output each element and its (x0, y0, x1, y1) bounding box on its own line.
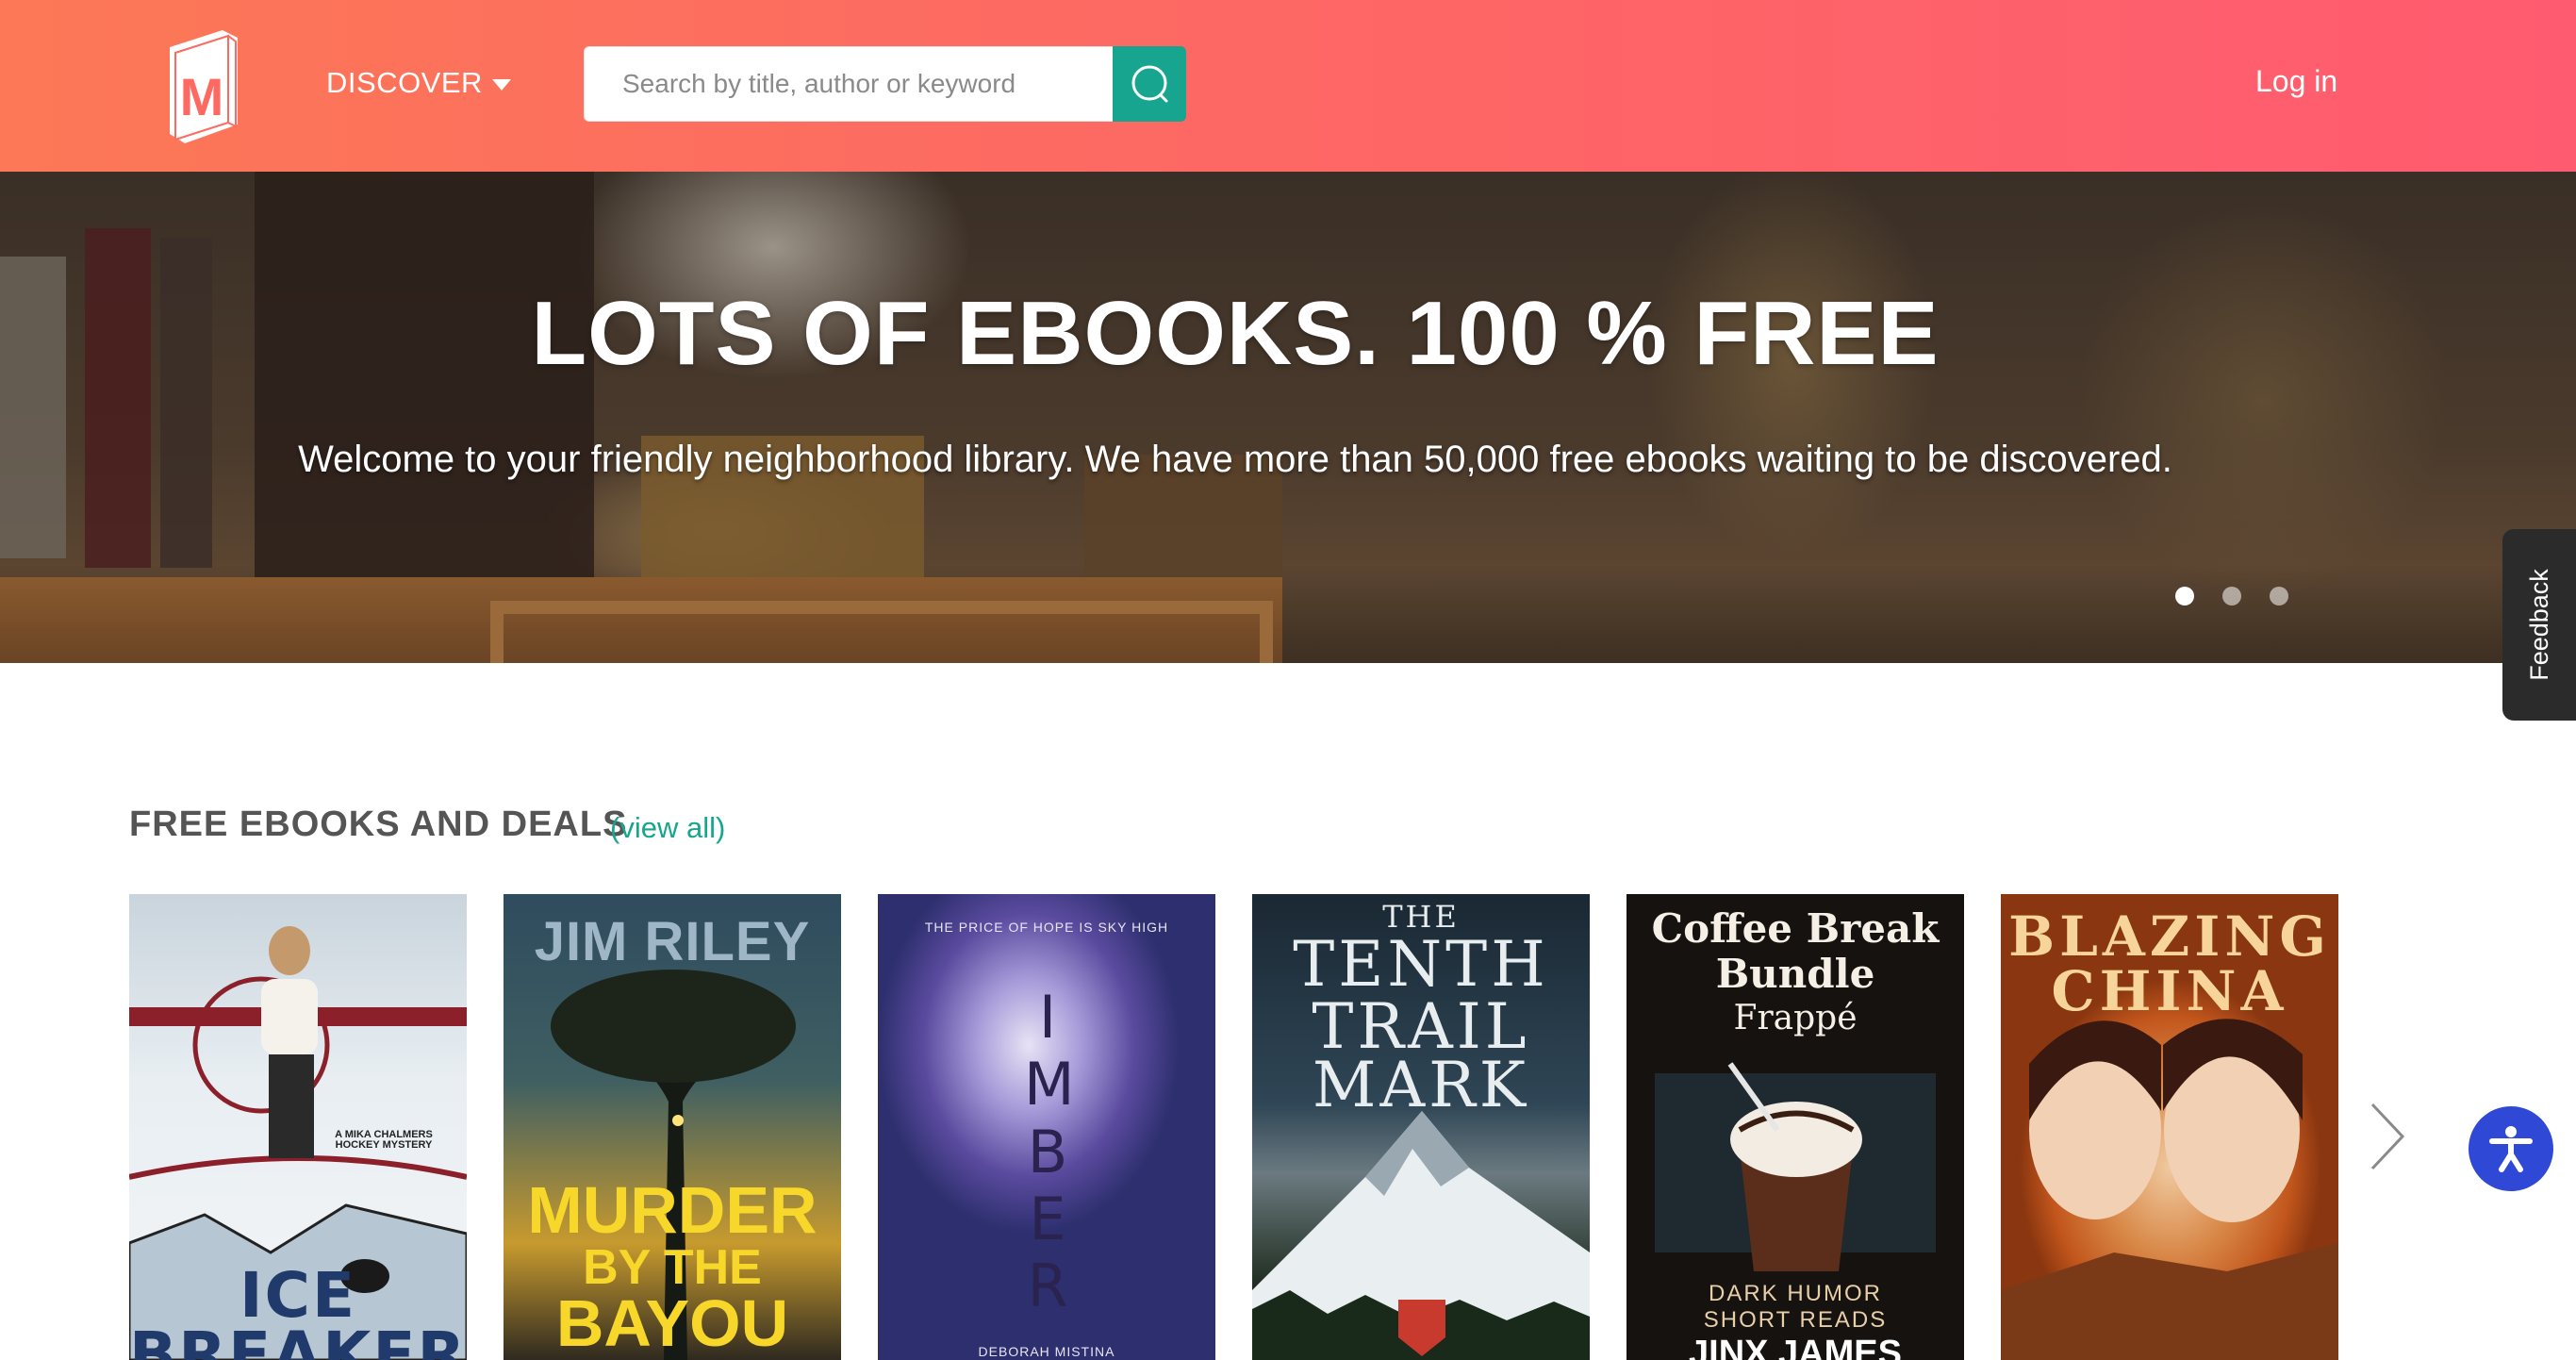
carousel-dots (2175, 587, 2288, 605)
search-input[interactable] (584, 46, 1113, 122)
hero-backdrop-book (85, 228, 151, 568)
accessibility-button[interactable] (2469, 1106, 2553, 1191)
book-title-line: Frappé (1733, 999, 1858, 1037)
book-cover-blazing-china[interactable]: BLAZING CHINA (2001, 894, 2338, 1360)
site-header: M DISCOVER Log in (0, 0, 2576, 172)
feedback-tab[interactable]: Feedback (2502, 529, 2576, 721)
book-cover-coffee-break-bundle[interactable]: Coffee Break Bundle Frappé DARK HUMOR SH… (1627, 894, 1964, 1360)
book-title-line: BLAZING (2008, 904, 2331, 969)
accessibility-icon (2489, 1126, 2533, 1172)
book-title-line: BAYOU (555, 1286, 789, 1360)
login-link[interactable]: Log in (2255, 64, 2337, 99)
book-cover-tenth-trail-mark[interactable]: THE TENTH TRAIL MARK (1252, 894, 1590, 1360)
book-cover-murder-by-the-bayou[interactable]: JIM RILEY MURDER BY THE BAYOU (504, 894, 841, 1360)
book-title-line: MURDER (527, 1173, 817, 1247)
carousel-dot-3[interactable] (2270, 587, 2288, 605)
book-title-line: TENTH (1293, 928, 1549, 1001)
book-title: ICE BREAKERS (129, 1259, 467, 1360)
book-tagline: THE PRICE OF HOPE IS SKY HIGH (924, 920, 1169, 935)
book-author: DEBORAH MISTINA (978, 1344, 1115, 1359)
caret-down-icon (491, 79, 511, 91)
book-author: JIM RILEY (534, 911, 811, 972)
carousel-dot-1[interactable] (2175, 587, 2194, 605)
book-logo-icon[interactable]: M (157, 25, 247, 145)
book-subtitle-line: DARK HUMOR (1708, 1281, 1882, 1306)
search-icon (1131, 65, 1168, 103)
book-series-text: A MIKA CHALMERS HOCKEY MYSTERY (335, 1129, 433, 1151)
book-cover-imber[interactable]: THE PRICE OF HOPE IS SKY HIGH IMBER DEBO… (878, 894, 1215, 1360)
discover-menu[interactable]: DISCOVER (326, 64, 511, 102)
book-cover-ice-breakers[interactable]: A MIKA CHALMERS HOCKEY MYSTERY ICE BREAK… (129, 894, 467, 1360)
discover-label: DISCOVER (326, 66, 483, 99)
book-subtitle-line: SHORT READS (1703, 1307, 1888, 1333)
book-title-line: Coffee Break (1651, 905, 1940, 952)
book-title-line: BY THE (583, 1240, 762, 1295)
search-bar (584, 46, 1186, 122)
hero-title: LOTS OF EBOOKS. 100 % FREE (531, 283, 1940, 384)
book-carousel: A MIKA CHALMERS HOCKEY MYSTERY ICE BREAK… (129, 894, 2338, 1360)
search-button[interactable] (1113, 46, 1186, 122)
book-title-line: MARK (1312, 1049, 1530, 1121)
chevron-right-icon[interactable] (2369, 1101, 2406, 1172)
hero-carousel: LOTS OF EBOOKS. 100 % FREE Welcome to yo… (0, 172, 2576, 663)
book-title: IMBER (1024, 983, 1075, 1321)
view-all-link[interactable]: (view all) (610, 811, 725, 845)
logo-letter: M (180, 67, 224, 126)
hero-subtitle: Welcome to your friendly neighborhood li… (298, 439, 2172, 480)
book-author: JINX JAMES (1689, 1334, 1902, 1360)
feedback-label: Feedback (2524, 569, 2553, 681)
carousel-dot-2[interactable] (2222, 587, 2241, 605)
book-title-line: CHINA (2051, 959, 2288, 1023)
section-title: FREE EBOOKS AND DEALS (129, 804, 628, 844)
book-title-line: Bundle (1715, 951, 1875, 997)
hero-backdrop-shelf-frame (490, 601, 1273, 663)
